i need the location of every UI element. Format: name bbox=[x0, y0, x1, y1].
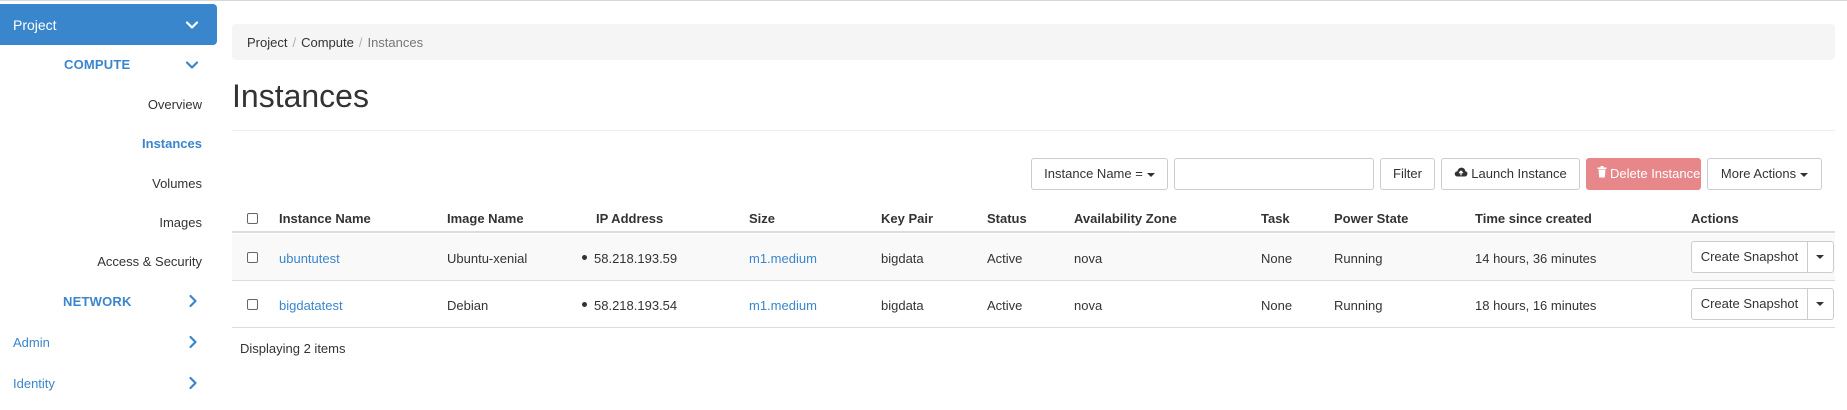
sidebar-dashboard-admin[interactable]: Admin bbox=[13, 335, 50, 350]
image-name-cell: Ubuntu-xenial bbox=[447, 251, 528, 266]
delete-instances-button[interactable]: Delete Instances bbox=[1586, 158, 1707, 190]
column-header-actions: Actions bbox=[1691, 211, 1739, 226]
caret-down-icon bbox=[1816, 302, 1824, 306]
chevron-right-icon bbox=[185, 293, 201, 309]
task-cell: None bbox=[1261, 298, 1293, 313]
sidebar-item-images[interactable]: Images bbox=[159, 215, 202, 230]
sidebar-item-label: Overview bbox=[147, 97, 202, 112]
column-header-ip-address[interactable]: IP Address bbox=[596, 211, 663, 226]
bullet-icon bbox=[582, 302, 587, 308]
sidebar-section-compute[interactable]: COMPUTE bbox=[64, 57, 130, 72]
delete-instances-label: Delete Instances bbox=[1610, 166, 1707, 181]
sidebar: Project COMPUTE Overview Instances Volum… bbox=[0, 4, 217, 410]
status-cell: Active bbox=[987, 298, 1023, 313]
row-checkbox[interactable] bbox=[247, 252, 258, 263]
column-header-time-since-created[interactable]: Time since created bbox=[1475, 211, 1592, 226]
ip-address-value: 58.218.193.59 bbox=[594, 251, 678, 266]
row-checkbox[interactable] bbox=[247, 299, 258, 310]
breadcrumb-separator: / bbox=[292, 35, 297, 50]
column-header-status[interactable]: Status bbox=[987, 211, 1027, 226]
breadcrumb-instances: Instances bbox=[367, 35, 424, 50]
time-since-created-cell: 14 hours, 36 minutes bbox=[1475, 251, 1597, 266]
more-actions-button[interactable]: More Actions bbox=[1707, 158, 1822, 190]
column-header-power-state[interactable]: Power State bbox=[1334, 211, 1408, 226]
chevron-down-icon bbox=[184, 17, 200, 33]
size-link[interactable]: m1.medium bbox=[749, 251, 817, 266]
sidebar-dashboard-identity[interactable]: Identity bbox=[13, 376, 55, 391]
trash-icon bbox=[1597, 159, 1607, 189]
sidebar-section-network[interactable]: NETWORK bbox=[63, 294, 132, 309]
more-actions-label: More Actions bbox=[1720, 166, 1797, 181]
filter-field-dropdown[interactable]: Instance Name = bbox=[1031, 158, 1168, 190]
sidebar-item-overview[interactable]: Overview bbox=[148, 97, 202, 112]
row-actions-dropdown-toggle[interactable] bbox=[1807, 288, 1834, 320]
sidebar-section-compute-label: COMPUTE bbox=[64, 57, 131, 72]
sidebar-item-label: Images bbox=[159, 215, 202, 230]
sidebar-item-instances[interactable]: Instances bbox=[142, 136, 202, 151]
select-all-checkbox[interactable] bbox=[247, 213, 258, 224]
availability-zone-cell: nova bbox=[1074, 251, 1103, 266]
caret-down-icon bbox=[1816, 255, 1824, 259]
create-snapshot-button[interactable]: Create Snapshot bbox=[1691, 241, 1808, 273]
filter-field-label: Instance Name = bbox=[1044, 166, 1143, 181]
sidebar-item-access-security[interactable]: Access & Security bbox=[97, 254, 202, 269]
time-since-created-cell: 18 hours, 16 minutes bbox=[1475, 298, 1597, 313]
chevron-right-icon bbox=[185, 375, 201, 391]
sidebar-section-network-label: NETWORK bbox=[63, 294, 132, 309]
sidebar-item-label: Access & Security bbox=[97, 254, 202, 269]
column-header-key-pair[interactable]: Key Pair bbox=[881, 211, 933, 226]
cloud-upload-icon bbox=[1454, 159, 1468, 189]
instance-name-link[interactable]: ubuntutest bbox=[279, 251, 340, 266]
caret-down-icon bbox=[1146, 172, 1155, 177]
title-divider bbox=[232, 130, 1835, 131]
task-cell: None bbox=[1261, 251, 1293, 266]
breadcrumb-separator: / bbox=[358, 35, 363, 50]
availability-zone-cell: nova bbox=[1074, 298, 1103, 313]
sidebar-project-label: Project bbox=[13, 17, 57, 33]
launch-instance-label: Launch Instance bbox=[1471, 166, 1567, 181]
key-pair-cell: bigdata bbox=[881, 251, 924, 266]
launch-instance-button[interactable]: Launch Instance bbox=[1441, 158, 1580, 190]
sidebar-item-volumes[interactable]: Volumes bbox=[152, 176, 202, 191]
column-header-instance-name[interactable]: Instance Name bbox=[279, 211, 371, 226]
column-header-size[interactable]: Size bbox=[749, 211, 775, 226]
sidebar-project-header[interactable]: Project bbox=[0, 4, 217, 45]
sidebar-item-label: Instances bbox=[142, 136, 202, 151]
sidebar-dashboard-identity-label: Identity bbox=[13, 376, 55, 391]
breadcrumb-compute[interactable]: Compute bbox=[301, 35, 354, 50]
size-link[interactable]: m1.medium bbox=[749, 298, 817, 313]
filter-button[interactable]: Filter bbox=[1380, 158, 1435, 190]
table-toolbar: Instance Name = Filter Launch Instance D… bbox=[1031, 158, 1835, 190]
chevron-right-icon bbox=[185, 334, 201, 350]
filter-button-label: Filter bbox=[1393, 166, 1422, 181]
page-title: Instances bbox=[232, 78, 369, 114]
table-header: Instance Name Image Name IP Address Size… bbox=[232, 203, 1835, 233]
chevron-down-icon bbox=[184, 57, 200, 73]
column-header-availability-zone[interactable]: Availability Zone bbox=[1074, 211, 1177, 226]
status-cell: Active bbox=[987, 251, 1023, 266]
caret-down-icon bbox=[1800, 172, 1809, 177]
table-row: bigdatatest Debian 58.218.193.54 m1.medi… bbox=[232, 281, 1835, 328]
table-footer-count: Displaying 2 items bbox=[240, 341, 346, 356]
ip-address-value: 58.218.193.54 bbox=[594, 298, 678, 313]
top-border bbox=[0, 0, 1847, 4]
power-state-cell: Running bbox=[1334, 298, 1383, 313]
search-input[interactable] bbox=[1174, 158, 1374, 190]
column-header-task[interactable]: Task bbox=[1261, 211, 1290, 226]
instance-name-link[interactable]: bigdatatest bbox=[279, 298, 343, 313]
row-actions-dropdown-toggle[interactable] bbox=[1807, 241, 1834, 273]
sidebar-item-label: Volumes bbox=[152, 176, 202, 191]
breadcrumb-project[interactable]: Project bbox=[247, 35, 287, 50]
ip-address-cell: 58.218.193.59 bbox=[582, 251, 677, 266]
ip-address-cell: 58.218.193.54 bbox=[582, 298, 677, 313]
create-snapshot-button[interactable]: Create Snapshot bbox=[1691, 288, 1808, 320]
table-row: ubuntutest Ubuntu-xenial 58.218.193.59 m… bbox=[232, 234, 1835, 281]
image-name-cell: Debian bbox=[447, 298, 489, 313]
breadcrumb: Project / Compute / Instances bbox=[232, 24, 1835, 60]
power-state-cell: Running bbox=[1334, 251, 1383, 266]
bullet-icon bbox=[582, 255, 587, 261]
key-pair-cell: bigdata bbox=[881, 298, 924, 313]
sidebar-dashboard-admin-label: Admin bbox=[13, 335, 50, 350]
column-header-image-name[interactable]: Image Name bbox=[447, 211, 524, 226]
